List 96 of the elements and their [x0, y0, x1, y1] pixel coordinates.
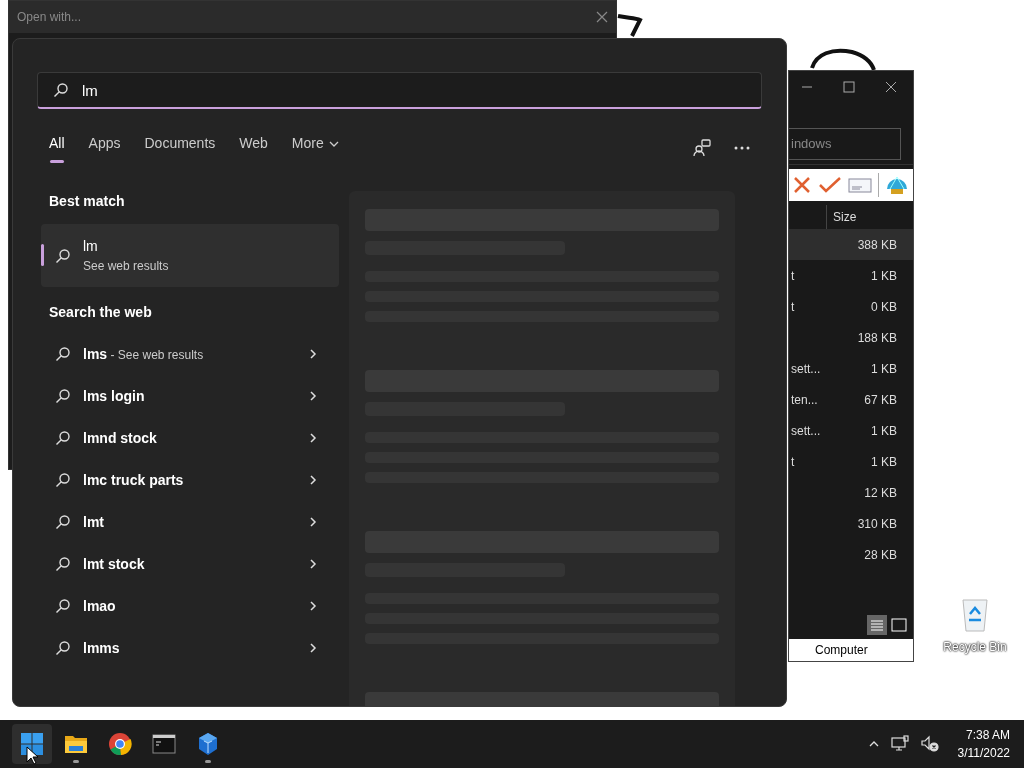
file-row[interactable]: 12 KB — [789, 477, 913, 508]
file-size: 12 KB — [864, 484, 897, 502]
result-text: lmt — [83, 512, 105, 532]
chevron-right-icon — [307, 432, 319, 444]
search-icon — [55, 640, 71, 656]
file-size: 188 KB — [857, 329, 897, 347]
search-icon — [55, 598, 71, 614]
address-field[interactable]: indows — [789, 128, 901, 160]
search-field[interactable]: lm — [37, 72, 762, 109]
search-icon — [55, 514, 71, 530]
search-icon — [55, 430, 71, 446]
file-name: ten... — [791, 391, 818, 409]
file-row[interactable]: 28 KB — [789, 539, 913, 570]
file-name: sett... — [791, 360, 821, 378]
file-size: 0 KB — [871, 298, 897, 316]
file-row[interactable]: t 1 KB — [789, 446, 913, 477]
column-header[interactable]: Size — [827, 208, 857, 226]
web-result-item[interactable]: lmt — [41, 501, 339, 543]
filter-tab[interactable]: More — [291, 133, 340, 163]
cross-icon[interactable] — [792, 175, 812, 195]
file-size: 28 KB — [864, 546, 897, 564]
search-icon — [55, 472, 71, 488]
chevron-right-icon — [307, 558, 319, 570]
desktop-icon-label: Recycle Bin — [943, 639, 1007, 656]
result-text: lmnd stock — [83, 428, 158, 448]
chevron-right-icon — [307, 474, 319, 486]
file-name: t — [791, 267, 795, 285]
web-result-item[interactable]: lmms — [41, 627, 339, 669]
result-text: lmms — [83, 638, 121, 658]
chevron-right-icon — [307, 600, 319, 612]
result-text: lmc truck parts — [83, 470, 185, 490]
file-row[interactable]: t 0 KB — [789, 291, 913, 322]
file-row[interactable]: 388 KB — [789, 229, 913, 260]
file-name: t — [791, 453, 795, 471]
file-size: 310 KB — [857, 515, 897, 533]
clock-time[interactable]: 7:38 AM — [965, 726, 1010, 744]
section-heading: Best match — [49, 192, 126, 211]
search-icon — [55, 556, 71, 572]
search-icon — [55, 388, 71, 404]
result-text: lmt stock — [83, 554, 146, 574]
section-heading: Search the web — [49, 303, 153, 322]
cursor-icon — [26, 746, 38, 765]
best-match-item[interactable]: lm See web results — [41, 224, 339, 287]
file-size: 388 KB — [857, 236, 897, 254]
window-title: Open with... — [17, 9, 82, 26]
file-name: t — [791, 298, 795, 316]
recycle-bin-icon[interactable] — [959, 596, 991, 632]
terminal-icon — [152, 732, 176, 756]
web-result-item[interactable]: lmc truck parts — [41, 459, 339, 501]
chevron-right-icon — [307, 642, 319, 654]
web-result-item[interactable]: lmao — [41, 585, 339, 627]
file-row[interactable]: sett... 1 KB — [789, 415, 913, 446]
check-icon[interactable] — [818, 175, 842, 195]
file-row[interactable]: t 1 KB — [789, 260, 913, 291]
filter-tab[interactable]: All — [49, 133, 65, 163]
file-size: 67 KB — [864, 391, 897, 409]
file-size: 1 KB — [871, 453, 897, 471]
close-icon[interactable] — [596, 11, 608, 23]
web-result-item[interactable]: lmt stock — [41, 543, 339, 585]
result-text: lms - See web results — [83, 344, 205, 364]
search-icon — [53, 82, 69, 98]
chevron-right-icon — [307, 390, 319, 402]
result-subtitle: See web results — [83, 258, 169, 275]
browser-icon — [108, 732, 132, 756]
status-text: Computer — [815, 642, 868, 659]
result-text: lmao — [83, 596, 117, 616]
maximize-icon[interactable] — [843, 81, 855, 93]
filter-tab[interactable]: Apps — [88, 133, 121, 163]
taskbar-button[interactable] — [12, 724, 52, 764]
result-title: lm — [83, 237, 99, 256]
file-row[interactable]: 310 KB — [789, 508, 913, 539]
chevron-right-icon — [307, 348, 319, 360]
people-icon[interactable] — [692, 138, 712, 158]
file-row[interactable]: sett... 1 KB — [789, 353, 913, 384]
volume-muted-icon[interactable] — [919, 734, 940, 754]
details-view-icon[interactable] — [867, 615, 887, 635]
cube-app-icon — [196, 732, 220, 756]
filter-tab[interactable]: Documents — [144, 133, 216, 163]
result-text: lms login — [83, 386, 146, 406]
filter-tab[interactable]: Web — [239, 133, 268, 163]
close-icon[interactable] — [885, 81, 897, 93]
clock-date[interactable]: 3/11/2022 — [957, 744, 1010, 762]
web-result-item[interactable]: lms login — [41, 375, 339, 417]
preview-view-icon[interactable] — [889, 615, 909, 635]
file-size: 1 KB — [871, 422, 897, 440]
file-size: 1 KB — [871, 360, 897, 378]
chevron-right-icon — [307, 516, 319, 528]
network-icon[interactable] — [889, 734, 910, 754]
file-row[interactable]: 188 KB — [789, 322, 913, 353]
search-icon — [55, 346, 71, 362]
file-row[interactable]: ten... 67 KB — [789, 384, 913, 415]
file-name: sett... — [791, 422, 821, 440]
web-result-item[interactable]: lmnd stock — [41, 417, 339, 459]
file-size: 1 KB — [871, 267, 897, 285]
search-icon — [55, 247, 71, 264]
web-result-item[interactable]: lms - See web results — [41, 333, 339, 375]
